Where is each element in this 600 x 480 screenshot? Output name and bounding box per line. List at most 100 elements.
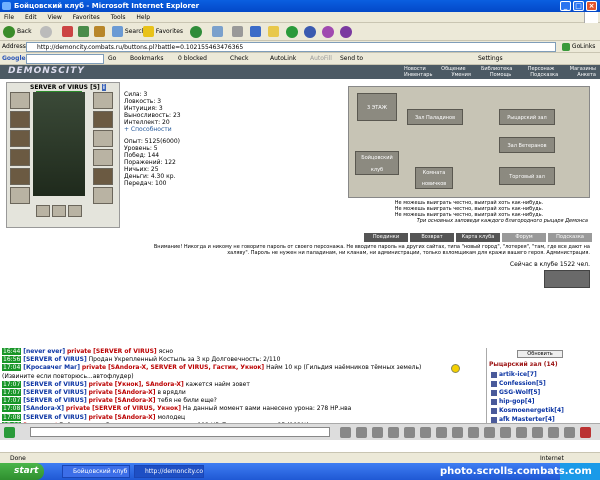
chat-recipients[interactable]: [SAndora-X] — [115, 389, 156, 396]
amulet-slot[interactable] — [93, 92, 113, 109]
chat-tool-icon[interactable] — [452, 427, 463, 438]
chat-tool-icon[interactable] — [548, 427, 559, 438]
taskbar-item[interactable]: Бойцовский клуб - M... — [62, 465, 130, 478]
map-room-paladins[interactable]: Зал Паладинов — [407, 109, 463, 125]
armor-slot[interactable] — [10, 149, 30, 166]
google-search-input[interactable] — [26, 54, 104, 64]
chat-send-icon[interactable] — [4, 427, 15, 438]
chat-recipients[interactable]: [Укнок], SAndora-X] — [115, 381, 184, 388]
tool-button-2[interactable] — [322, 25, 336, 39]
chat-tool-icon[interactable] — [436, 427, 447, 438]
boots-slot[interactable] — [93, 187, 113, 204]
chat-recipients[interactable]: [SAndora-X] — [115, 397, 156, 404]
map-room-floor3[interactable]: 3 ЭТАЖ — [357, 93, 397, 121]
map-room-newbies[interactable]: Комната новичков — [415, 167, 453, 189]
roster-user[interactable]: Confession[5] — [491, 379, 546, 388]
map-room-trade[interactable]: Торговый зал — [499, 167, 555, 185]
roster-user[interactable]: GSG-Wolf[5] — [491, 388, 540, 397]
nav-inventory[interactable]: Инвентарь — [404, 72, 432, 78]
info-icon[interactable]: i — [101, 84, 106, 91]
chat-tool-icon[interactable] — [356, 427, 367, 438]
chat-nick[interactable]: [SERVER of VIRUS] — [23, 414, 87, 421]
chat-recipients[interactable]: [SERVER of VIRUS] — [93, 348, 157, 355]
menu-help[interactable]: Help — [136, 14, 150, 21]
forum-button[interactable]: Форум — [502, 233, 546, 242]
fights-button[interactable]: Поединки — [364, 233, 408, 242]
mail-button[interactable] — [212, 25, 223, 39]
chat-recipients[interactable]: [SERVER of VIRUS, Укнок] — [92, 405, 181, 412]
chat-nick[interactable]: [SERVER of VIRUS] — [23, 381, 87, 388]
search-button[interactable]: Search — [112, 25, 146, 39]
chat-tool-icon[interactable] — [468, 427, 479, 438]
taskbar-item[interactable]: http://demoncity.co... — [134, 465, 204, 478]
chat-nick[interactable]: [SERVER of VIRUS] — [23, 356, 87, 363]
chat-tool-icon[interactable] — [484, 427, 495, 438]
chat-tool-icon[interactable] — [516, 427, 527, 438]
tool-button-3[interactable] — [340, 25, 354, 39]
roster-user[interactable]: Kosmoenergetik[4] — [491, 406, 564, 415]
hint-button[interactable]: Подсказка — [548, 233, 592, 242]
maximize-button[interactable]: □ — [573, 1, 584, 11]
map-room-fightclub[interactable]: Бойцовский клуб — [355, 151, 399, 175]
menu-view[interactable]: View — [48, 14, 62, 21]
refresh-roster-button[interactable]: Обновить — [517, 350, 563, 358]
ring-slot[interactable] — [10, 187, 30, 204]
smiley-icon[interactable] — [451, 364, 460, 373]
chat-nick[interactable]: [Кросавчег Маг] — [23, 364, 80, 371]
chat-tool-icon[interactable] — [388, 427, 399, 438]
spellcheck-button[interactable]: Check — [230, 53, 248, 65]
chat-tool-icon[interactable] — [420, 427, 431, 438]
chat-nick[interactable]: [SERVER of VIRUS] — [23, 389, 87, 396]
chat-tool-icon[interactable] — [500, 427, 511, 438]
nav-hint[interactable]: Подсказка — [530, 72, 558, 78]
address-input[interactable]: http://demoncity.combats.ru/buttons.pl?b… — [26, 42, 556, 52]
menu-file[interactable]: File — [4, 14, 14, 21]
belt-slot[interactable] — [10, 168, 30, 185]
pants-slot[interactable] — [93, 168, 113, 185]
roster-user[interactable]: artik-ice[7] — [491, 370, 537, 379]
chat-input[interactable] — [30, 427, 330, 437]
chat-nick[interactable]: [never ever] — [23, 348, 65, 355]
gloves-slot[interactable] — [93, 111, 113, 128]
settings-button[interactable]: Settings — [478, 53, 503, 65]
exit-icon[interactable] — [580, 427, 591, 438]
helmet-slot[interactable] — [10, 92, 30, 109]
chat-recipients[interactable]: [SAndora-X, SERVER of VIRUS, Гастик, Укн… — [108, 364, 264, 371]
favorites-button[interactable]: Favorites — [143, 25, 183, 39]
map-room-veterans[interactable]: Зал Ветеранов — [499, 137, 555, 153]
potion-slot-3[interactable] — [68, 205, 82, 217]
start-button[interactable]: start — [0, 463, 44, 480]
autolink-button[interactable]: AutoLink — [270, 53, 296, 65]
chat-tool-icon[interactable] — [340, 427, 351, 438]
forward-button[interactable] — [40, 25, 54, 39]
nav-help[interactable]: Помощь — [490, 72, 511, 78]
potion-slot-1[interactable] — [36, 205, 50, 217]
chat-tool-icon[interactable] — [532, 427, 543, 438]
chat-tool-icon[interactable] — [564, 427, 575, 438]
tool-button-1[interactable] — [304, 25, 318, 39]
map-room-knights[interactable]: Рыцарский зал — [499, 109, 555, 125]
chat-recipients[interactable]: [SAndora-X] — [115, 414, 156, 421]
menu-edit[interactable]: Edit — [25, 14, 37, 21]
refresh-button[interactable] — [78, 25, 89, 39]
club-map-button[interactable]: Карта клуба — [456, 233, 500, 242]
chat-tool-icon[interactable] — [404, 427, 415, 438]
chat-tool-icon[interactable] — [372, 427, 383, 438]
return-button[interactable]: Возврат — [410, 233, 454, 242]
weapon-slot[interactable] — [10, 130, 30, 147]
back-button[interactable]: Back — [3, 25, 32, 39]
shield-slot[interactable] — [93, 130, 113, 147]
popup-blocked-button[interactable]: 0 blocked — [178, 53, 207, 65]
stop-button[interactable] — [62, 25, 73, 39]
print-button[interactable] — [232, 25, 243, 39]
bracers-slot[interactable] — [10, 111, 30, 128]
roster-user[interactable]: afk Masterter[4] — [491, 415, 555, 423]
sendto-button[interactable]: Send to — [340, 53, 363, 65]
google-bookmarks-button[interactable]: Bookmarks — [130, 53, 164, 65]
empty-slot[interactable] — [93, 149, 113, 166]
folder-button[interactable] — [268, 25, 279, 39]
history-button[interactable] — [190, 25, 204, 39]
menu-tools[interactable]: Tools — [111, 14, 126, 21]
abilities-link[interactable]: + Способности — [124, 126, 181, 133]
chat-log[interactable]: 16:44 [never ever] private [SERVER of VI… — [0, 348, 482, 423]
